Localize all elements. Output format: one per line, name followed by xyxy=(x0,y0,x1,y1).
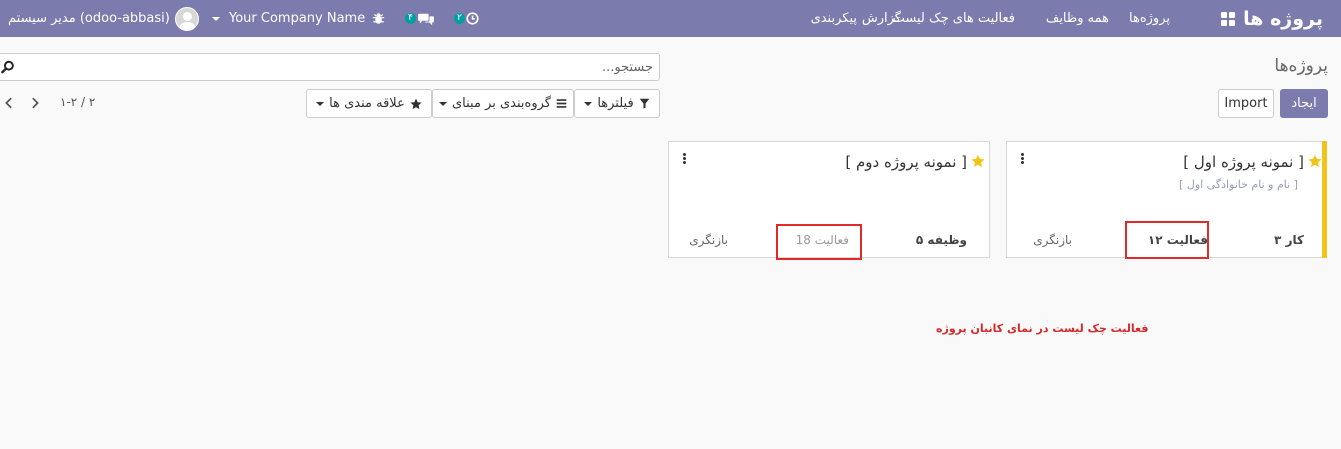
review-link[interactable]: بازنگری xyxy=(1033,233,1072,247)
activity-badge: ۲ xyxy=(454,13,465,24)
activity-highlight-box xyxy=(1125,221,1209,259)
page-title: پروژه‌ها xyxy=(1274,56,1328,76)
groupby-button[interactable]: گروه‌بندی بر مبنای xyxy=(432,89,574,118)
company-switcher[interactable]: Your Company Name xyxy=(212,0,365,37)
apps-menu-toggle[interactable] xyxy=(1221,0,1235,37)
caret-down-icon xyxy=(212,16,220,21)
favorite-star-icon[interactable] xyxy=(971,154,985,168)
debug-menu[interactable] xyxy=(372,0,385,37)
activity-highlight-box xyxy=(776,224,862,260)
top-navbar: پروژه ها پروژه‌ها همه وظایف فعالیت های چ… xyxy=(0,0,1341,37)
search-input[interactable] xyxy=(19,54,659,80)
card-title: [ نمونه پروژه اول ] xyxy=(1183,153,1304,171)
filters-button[interactable]: فیلترها xyxy=(574,89,660,118)
bug-icon xyxy=(372,13,385,24)
activity-menu[interactable]: ۲ xyxy=(454,0,479,37)
annotation-caption: فعالیت چک لیست در نمای کانبان پروژه xyxy=(936,322,1149,335)
tasks-count-link[interactable]: ۵ وظیفه xyxy=(916,233,967,247)
caret-down-icon xyxy=(316,101,325,106)
review-link[interactable]: بازنگری xyxy=(689,233,728,247)
bars-icon xyxy=(556,99,567,108)
card-title: [ نمونه پروژه دوم ] xyxy=(845,153,967,171)
app-brand[interactable]: پروژه ها xyxy=(1243,0,1323,37)
messaging-menu[interactable]: ۴ xyxy=(405,0,435,37)
card-subtitle: [ نام و نام خانوادگی اول ] xyxy=(1179,178,1298,191)
messages-badge: ۴ xyxy=(405,13,416,24)
user-menu[interactable]: مدیر سیستم (odoo-abbasi) xyxy=(8,0,199,37)
comments-icon xyxy=(417,13,434,25)
star-icon xyxy=(410,98,422,109)
import-button[interactable]: Import xyxy=(1218,89,1274,118)
menu-checklist-activities[interactable]: فعالیت های چک لیست xyxy=(893,0,1015,37)
caret-down-icon xyxy=(584,101,593,106)
search-box xyxy=(0,53,660,81)
card-dropdown-icon[interactable] xyxy=(1021,153,1025,165)
search-icon[interactable] xyxy=(1,60,15,74)
create-button[interactable]: ایجاد xyxy=(1280,89,1328,118)
clock-icon xyxy=(466,12,479,25)
pager-next-icon[interactable] xyxy=(28,96,42,110)
tasks-count-link[interactable]: ۳ کار xyxy=(1274,233,1304,247)
favorite-color-bar xyxy=(1322,141,1327,258)
menu-configuration[interactable]: پیکربندی xyxy=(811,0,857,37)
pager-value[interactable]: ۱-۲ / ۲ xyxy=(60,95,95,109)
menu-reporting[interactable]: گزارش xyxy=(862,0,901,37)
avatar xyxy=(174,6,199,31)
favorites-button[interactable]: علاقه مندی ها xyxy=(306,89,432,118)
filter-icon xyxy=(639,98,649,109)
menu-all-tasks[interactable]: همه وظایف xyxy=(1046,0,1109,37)
caret-down-icon xyxy=(439,101,447,106)
menu-projects[interactable]: پروژه‌ها xyxy=(1129,0,1170,37)
favorite-star-icon[interactable] xyxy=(1308,154,1322,168)
pager-previous-icon[interactable] xyxy=(2,96,16,110)
card-dropdown-icon[interactable] xyxy=(683,153,687,165)
apps-grid-icon xyxy=(1221,11,1235,26)
user-name: مدیر سیستم (odoo-abbasi) xyxy=(8,11,170,26)
